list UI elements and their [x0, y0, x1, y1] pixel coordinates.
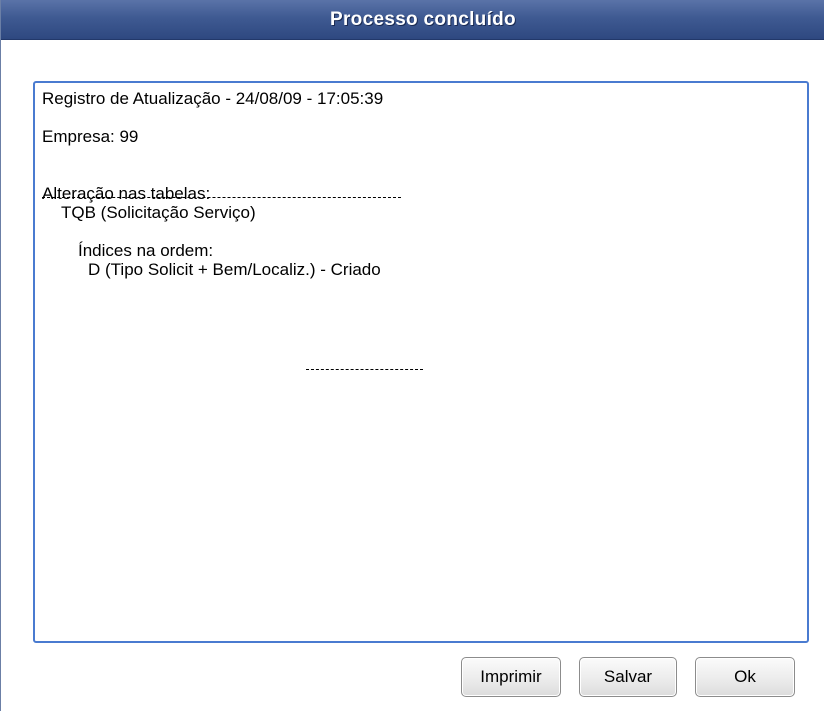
process-complete-dialog: Processo concluído Registro de Atualizaç…	[0, 0, 824, 711]
log-tables-heading: Alteração nas tabelas:	[42, 184, 211, 203]
log-table-name: TQB (Solicitação Serviço)	[61, 203, 256, 222]
separator-line-short	[306, 369, 423, 370]
save-button[interactable]: Salvar	[579, 657, 677, 697]
log-header-line: Registro de Atualização - 24/08/09 - 17:…	[42, 89, 384, 108]
update-log-textarea[interactable]: Registro de Atualização - 24/08/09 - 17:…	[33, 81, 809, 643]
ok-button[interactable]: Ok	[695, 657, 795, 697]
title-bar[interactable]: Processo concluído	[1, 0, 824, 40]
dialog-title: Processo concluído	[330, 8, 516, 30]
log-company-line: Empresa: 99	[42, 127, 139, 146]
print-button[interactable]: Imprimir	[461, 657, 561, 697]
separator-line	[42, 197, 401, 198]
log-index-entry: D (Tipo Solicit + Bem/Localiz.) - Criado	[88, 260, 381, 279]
log-indexes-heading: Índices na ordem:	[78, 241, 214, 260]
